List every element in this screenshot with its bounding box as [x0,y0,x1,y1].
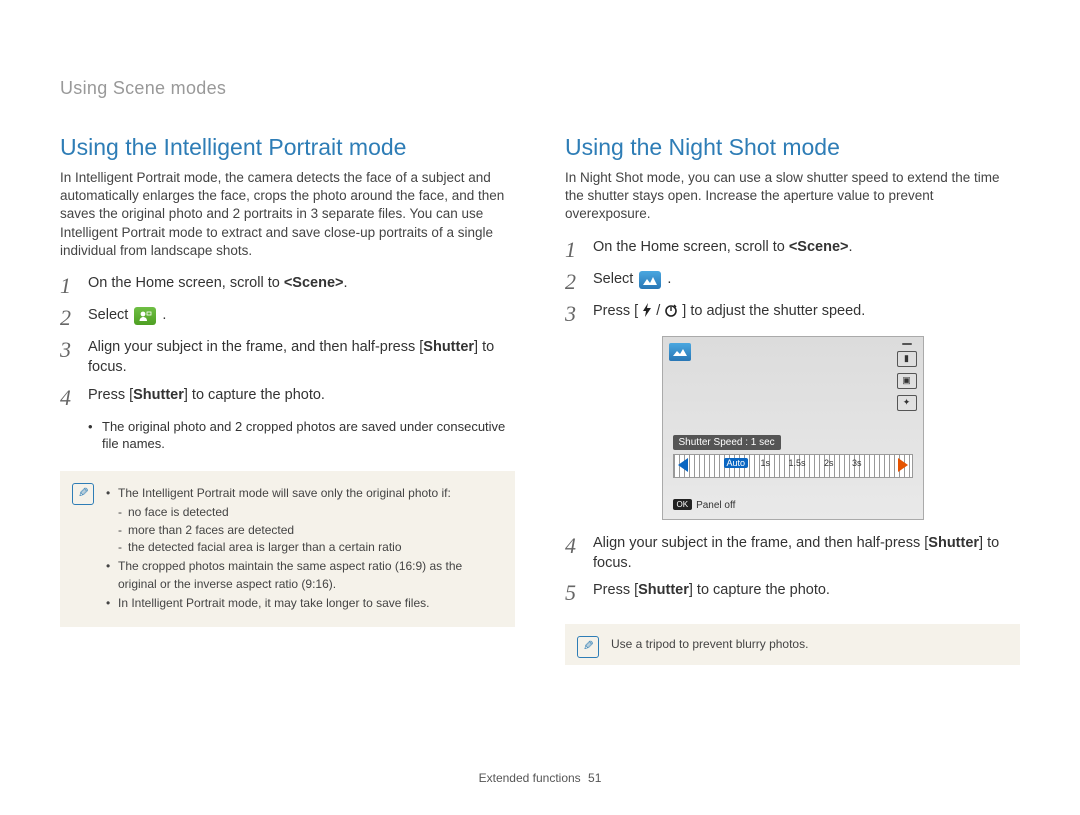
panel-off-label: OKPanel off [673,499,736,511]
section-header: Using Scene modes [60,78,226,99]
ruler-val: Auto [724,458,749,468]
step-number: 4 [60,386,88,410]
left-step-4: 4 Press [Shutter] to capture the photo. [60,386,515,410]
footer-section: Extended functions [479,771,581,785]
step-bold: Shutter [133,387,184,403]
left-step-1: 1 On the Home screen, scroll to <Scene>. [60,274,515,298]
note-bullet: In Intelligent Portrait mode, it may tak… [106,595,501,612]
step-text: Align your subject in the frame, and the… [88,339,423,355]
step-bold: <Scene> [284,275,344,291]
portrait-mode-icon [134,307,156,325]
right-step-1: 1 On the Home screen, scroll to <Scene>. [565,238,1020,262]
left-column: Using the Intelligent Portrait mode In I… [60,134,515,665]
left-note-box: The Intelligent Portrait mode will save … [60,471,515,627]
flash-icon [642,303,652,324]
right-step-5: 5 Press [Shutter] to capture the photo. [565,581,1020,605]
note-sub: the detected facial area is larger than … [106,539,501,556]
right-step-2: 2 Select . [565,270,1020,294]
left-heading: Using the Intelligent Portrait mode [60,134,515,161]
note-text: Use a tripod to prevent blurry photos. [611,636,1006,653]
ruler-left-arrow-icon [678,458,688,472]
right-step-3: 3 Press [ / ] to adjust the shutter spee… [565,302,1020,326]
ruler-val: 1.5s [788,458,805,468]
battery-icon: ▮ [897,351,917,367]
right-note-box: Use a tripod to prevent blurry photos. [565,624,1020,665]
step-text: Select [593,271,637,287]
step-text: On the Home screen, scroll to [593,239,789,255]
left-intro: In Intelligent Portrait mode, the camera… [60,169,515,260]
ruler-val: 2s [824,458,834,468]
note-icon [577,636,599,658]
left-step-2: 2 Select . [60,306,515,330]
step-number: 3 [565,302,593,326]
note-bullet: The cropped photos maintain the same asp… [106,558,501,593]
step-number: 2 [60,306,88,330]
step-bold: Shutter [928,535,979,551]
step-text: On the Home screen, scroll to [88,275,284,291]
step-number: 1 [60,274,88,298]
step-bold: Shutter [423,339,474,355]
step-text: Align your subject in the frame, and the… [593,535,928,551]
timer-icon [664,303,678,324]
shutter-speed-ruler: Auto 1s 1.5s 2s 3s [673,454,913,478]
step-number: 2 [565,270,593,294]
step-number: 5 [565,581,593,605]
right-step-4: 4 Align your subject in the frame, and t… [565,534,1020,573]
note-bullet: The Intelligent Portrait mode will save … [106,485,501,502]
screen-status-icons: ▮ ▣ ✦ [897,343,917,411]
step-bold: Shutter [638,582,689,598]
step-text: Press [ [593,582,638,598]
note-sub: no face is detected [106,504,501,521]
right-intro: In Night Shot mode, you can use a slow s… [565,169,1020,224]
ok-badge: OK [673,499,693,510]
footer-page-number: 51 [588,771,601,785]
flash-off-icon: ✦ [897,395,917,411]
step-number: 1 [565,238,593,262]
note-sub: more than 2 faces are detected [106,522,501,539]
right-heading: Using the Night Shot mode [565,134,1020,161]
camera-screen: ▮ ▣ ✦ Shutter Speed : 1 sec Auto 1s 1.5s… [662,336,924,520]
right-column: Using the Night Shot mode In Night Shot … [565,134,1020,665]
step-text: Press [ [88,387,133,403]
screen-mode-icon [669,343,691,361]
step-text: Press [ [593,303,638,319]
step-number: 4 [565,534,593,573]
step-text: Select [88,307,132,323]
stabilize-icon: ▣ [897,373,917,389]
ruler-val: 1s [760,458,770,468]
step-bold: <Scene> [789,239,849,255]
note-icon [72,483,94,505]
signal-bar-icon [902,343,912,345]
step-4-sub-bullet: The original photo and 2 cropped photos … [88,418,515,453]
shutter-speed-label: Shutter Speed : 1 sec [673,435,781,450]
step-number: 3 [60,338,88,377]
page-footer: Extended functions 51 [0,771,1080,785]
ruler-val: 3s [852,458,862,468]
left-step-3: 3 Align your subject in the frame, and t… [60,338,515,377]
night-mode-icon [639,271,661,289]
ruler-right-arrow-icon [898,458,908,472]
